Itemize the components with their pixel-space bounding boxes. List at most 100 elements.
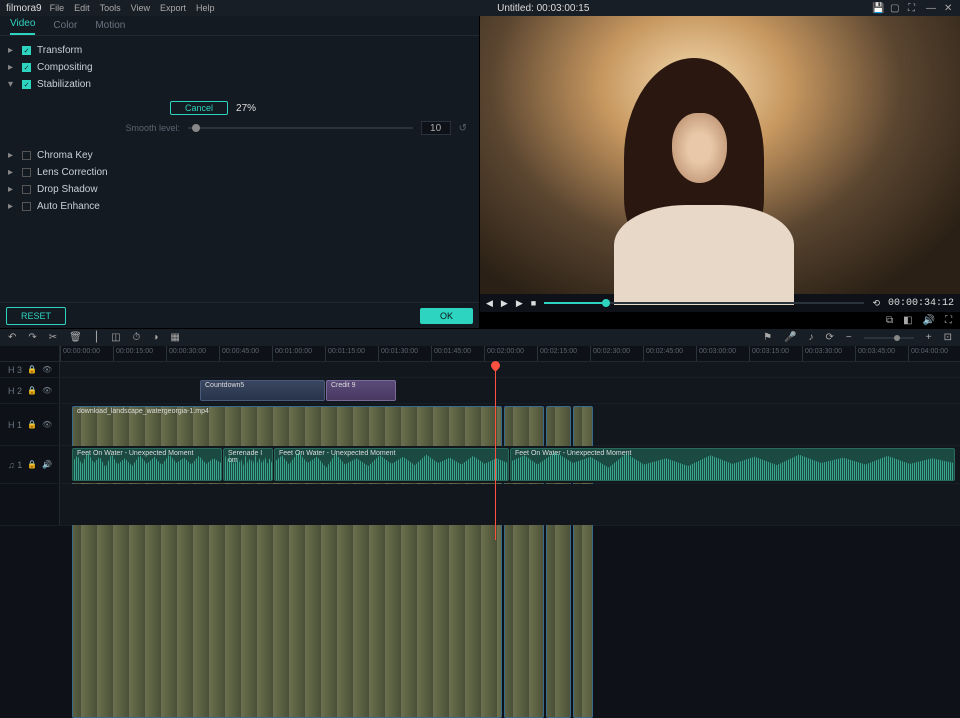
clip-audio-1[interactable]: Feet On Water - Unexpected Moment [72, 448, 222, 481]
prev-frame-icon[interactable]: ◀ [486, 298, 493, 309]
checkbox-compositing[interactable]: ✓ [22, 63, 31, 72]
playhead[interactable] [495, 362, 496, 540]
redo-icon[interactable]: ↷ [28, 332, 36, 343]
menu-export[interactable]: Export [160, 3, 186, 13]
fullscreen-preview-icon[interactable]: ⛶ [945, 315, 952, 326]
track-label: H 1 [8, 420, 22, 430]
tab-video[interactable]: Video [10, 18, 35, 35]
close-icon[interactable]: ✕ [944, 3, 954, 13]
cancel-button[interactable]: Cancel [170, 101, 228, 115]
layout-icon[interactable]: ▢ [890, 3, 900, 13]
menu-tools[interactable]: Tools [100, 3, 121, 13]
ruler-tick: 00:00:15:00 [113, 346, 153, 361]
split-icon[interactable]: ⎮ [94, 332, 99, 343]
preview-panel: ◀ ▶ ▶ ■ ⟲ 00:00:34:12 ⧉ ◧ 🔊 ⛶ [480, 16, 960, 328]
document-title: Untitled: 00:03:00:15 [215, 3, 872, 14]
label-auto-enhance: Auto Enhance [37, 201, 100, 212]
minimize-icon[interactable]: — [926, 3, 936, 13]
menu-file[interactable]: File [50, 3, 65, 13]
play-icon[interactable]: ▶ [501, 298, 508, 309]
ruler-tick: 00:04:00:00 [908, 346, 948, 361]
eye-icon[interactable]: 👁 [42, 420, 52, 429]
next-frame-icon[interactable]: ▶ [516, 298, 523, 309]
eye-icon[interactable]: 👁 [42, 365, 52, 374]
clip-countdown[interactable]: Countdown5 [200, 380, 325, 401]
crop-icon[interactable]: ◫ [111, 332, 120, 343]
timeline-toolbar: ↶ ↷ ✂ 🗑 ⎮ ◫ ⏱ ◑ ▦ ⚑ 🎤 ♪ ⟳ − + ⊡ [0, 328, 960, 346]
lock-icon[interactable]: 🔒 [27, 420, 37, 429]
clip-audio-2[interactable]: Serenade I om [223, 448, 273, 481]
zoom-slider[interactable] [864, 337, 914, 339]
progress-percent: 27% [236, 103, 256, 114]
track-label: H 2 [8, 386, 22, 396]
reset-icon[interactable]: ↺ [459, 123, 467, 134]
menu-view[interactable]: View [131, 3, 150, 13]
zoom-out-icon[interactable]: − [846, 332, 852, 343]
fullscreen-icon[interactable]: ⛶ [908, 3, 918, 13]
preview-viewport[interactable] [480, 16, 960, 294]
mixer-icon[interactable]: ♪ [809, 332, 814, 343]
timeline-ruler[interactable]: 00:00:00:0000:00:15:0000:00:30:0000:00:4… [60, 346, 960, 361]
checkbox-lens-correction[interactable] [22, 168, 31, 177]
chevron-right-icon[interactable]: ▸ [8, 201, 16, 212]
smooth-value[interactable]: 10 [421, 121, 451, 135]
mute-icon[interactable]: 🔊 [42, 460, 52, 469]
ruler-tick: 00:03:45:00 [855, 346, 895, 361]
ruler-tick: 00:01:00:00 [272, 346, 312, 361]
smooth-slider[interactable] [188, 127, 413, 129]
stop-icon[interactable]: ■ [531, 298, 536, 308]
mic-icon[interactable]: 🎤 [784, 332, 796, 343]
checkbox-drop-shadow[interactable] [22, 185, 31, 194]
checkbox-transform[interactable]: ✓ [22, 46, 31, 55]
smooth-level-label: Smooth level: [30, 123, 180, 133]
volume-icon[interactable]: 🔊 [923, 315, 935, 326]
chevron-right-icon[interactable]: ▸ [8, 150, 16, 161]
save-icon[interactable]: 💾 [872, 3, 882, 13]
ruler-tick: 00:00:30:00 [166, 346, 206, 361]
chevron-right-icon[interactable]: ▸ [8, 62, 16, 73]
cut-icon[interactable]: ✂ [49, 332, 57, 343]
label-transform: Transform [37, 45, 82, 56]
checkbox-chroma-key[interactable] [22, 151, 31, 160]
quality-icon[interactable]: ◧ [903, 315, 912, 326]
tab-motion[interactable]: Motion [95, 20, 125, 35]
properties-panel: Video Color Motion ▸ ✓ Transform ▸ ✓ Composi… [0, 16, 480, 328]
tab-color[interactable]: Color [53, 20, 77, 35]
loop-icon[interactable]: ⟲ [872, 298, 880, 309]
ruler-tick: 00:03:00:00 [696, 346, 736, 361]
eye-icon[interactable]: 👁 [42, 386, 52, 395]
ok-button[interactable]: OK [420, 308, 473, 324]
zoom-in-icon[interactable]: + [926, 332, 932, 343]
delete-icon[interactable]: 🗑 [69, 332, 82, 343]
clip-audio-4[interactable]: Feet On Water - Unexpected Moment [510, 448, 955, 481]
chevron-right-icon[interactable]: ▸ [8, 167, 16, 178]
undo-icon[interactable]: ↶ [8, 332, 16, 343]
menu-help[interactable]: Help [196, 3, 215, 13]
track-label: H 3 [8, 365, 22, 375]
label-chroma-key: Chroma Key [37, 150, 93, 161]
ruler-tick: 00:02:15:00 [537, 346, 577, 361]
checkbox-auto-enhance[interactable] [22, 202, 31, 211]
green-screen-icon[interactable]: ▦ [170, 332, 179, 343]
lock-icon[interactable]: 🔒 [27, 365, 37, 374]
clip-credit[interactable]: Credit 9 [326, 380, 396, 401]
lock-icon[interactable]: 🔒 [27, 460, 37, 469]
checkbox-stabilization[interactable]: ✓ [22, 80, 31, 89]
reset-button[interactable]: RESET [6, 307, 66, 325]
marker-icon[interactable]: ⚑ [763, 332, 772, 343]
color-icon[interactable]: ◑ [152, 332, 158, 343]
chevron-right-icon[interactable]: ▸ [8, 184, 16, 195]
clip-audio-3[interactable]: Feet On Water - Unexpected Moment [274, 448, 509, 481]
preview-progress[interactable] [544, 302, 864, 304]
chevron-right-icon[interactable]: ▸ [8, 45, 16, 56]
chevron-down-icon[interactable]: ▾ [8, 79, 16, 90]
ruler-tick: 00:01:15:00 [325, 346, 365, 361]
ruler-tick: 00:03:15:00 [749, 346, 789, 361]
speed-icon[interactable]: ⏱ [133, 332, 141, 343]
render-icon[interactable]: ⟳ [826, 332, 834, 343]
menu-edit[interactable]: Edit [74, 3, 90, 13]
snapshot-icon[interactable]: ⧉ [886, 315, 893, 326]
label-compositing: Compositing [37, 62, 93, 73]
zoom-fit-icon[interactable]: ⊡ [944, 332, 952, 343]
lock-icon[interactable]: 🔒 [27, 386, 37, 395]
